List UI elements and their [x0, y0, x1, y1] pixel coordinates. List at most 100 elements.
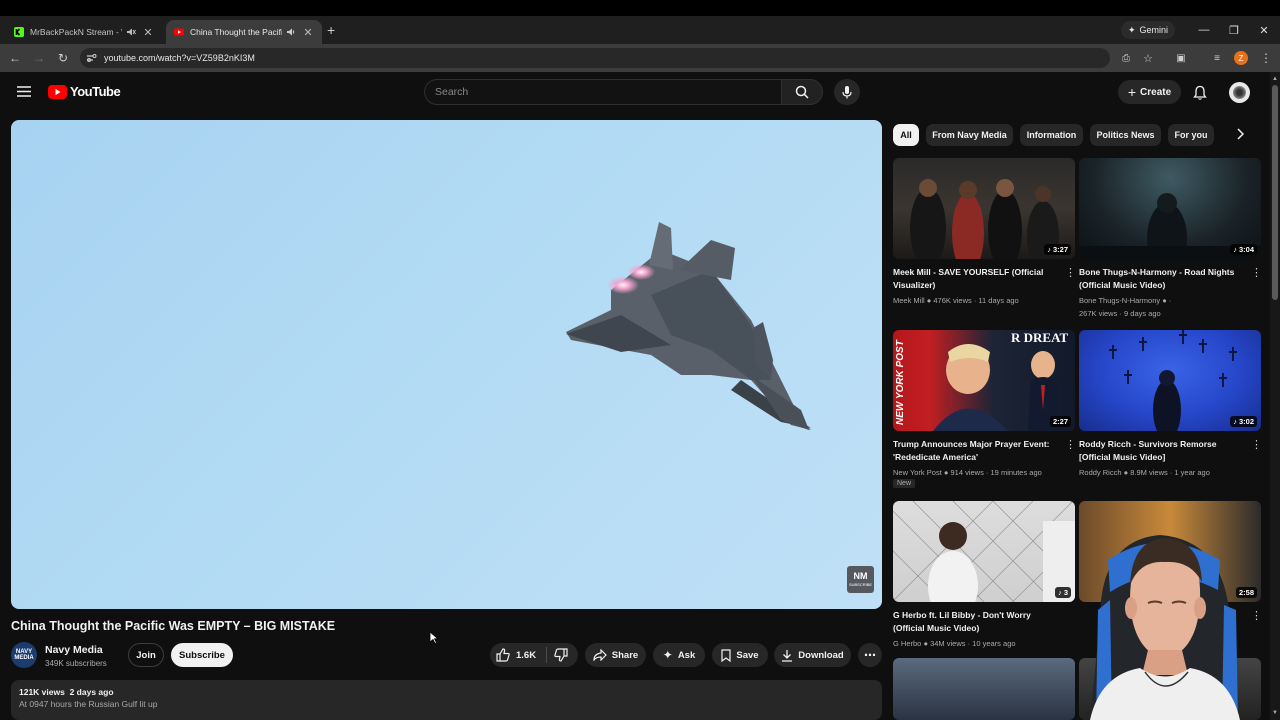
chip-all[interactable]: All	[893, 124, 919, 146]
recommendation-stats: 8.9M views · 1 year ago	[1130, 468, 1210, 477]
recommendation-card[interactable]: NEW YORK POST R DREAT 2:27 Trump Announc…	[893, 330, 1076, 488]
reload-icon[interactable]: ↻	[55, 50, 71, 66]
recommendation-channel: Meek Mill	[893, 296, 925, 305]
create-button[interactable]: + Create	[1118, 80, 1181, 104]
scroll-up-arrow-icon[interactable]: ▲	[1272, 76, 1278, 82]
gemini-label: Gemini	[1139, 25, 1169, 35]
gemini-sparkle-icon: ✦	[1127, 24, 1136, 35]
notifications-bell-icon[interactable]	[1193, 85, 1207, 100]
bookmark-icon	[721, 648, 732, 662]
new-badge: New	[893, 479, 916, 488]
close-tab-icon[interactable]: ✕	[142, 26, 154, 39]
duration-text: 3:02	[1238, 417, 1254, 426]
more-vertical-icon[interactable]: ⋮	[1251, 438, 1262, 451]
tab-title: China Thought the Pacific W	[190, 27, 282, 37]
close-tab-icon[interactable]: ✕	[302, 26, 314, 39]
site-info-icon[interactable]	[86, 53, 97, 63]
download-button[interactable]: Download	[774, 643, 851, 667]
duration-badge: ♪ 3:27	[1044, 244, 1071, 255]
subscriber-count: 349K subscribers	[45, 659, 107, 668]
video-thumbnail[interactable]: ♪ 3:04	[1079, 158, 1261, 259]
account-avatar[interactable]	[1229, 82, 1250, 103]
forward-arrow-icon[interactable]: →	[31, 50, 47, 66]
chip-for-you[interactable]: For you	[1168, 124, 1214, 146]
maximize-window-button[interactable]: ❐	[1220, 16, 1248, 44]
join-button[interactable]: Join	[128, 643, 164, 667]
share-label: Share	[611, 649, 639, 661]
more-horizontal-icon: ⋯	[864, 648, 876, 662]
video-thumbnail[interactable]: NEW YORK POST R DREAT 2:27	[893, 330, 1075, 431]
search-input[interactable]: Search	[424, 79, 781, 105]
more-actions-button[interactable]: ⋯	[858, 643, 882, 667]
join-label: Join	[136, 649, 156, 661]
share-button[interactable]: Share	[585, 643, 646, 667]
video-player[interactable]: NM SUBSCRIBE	[11, 120, 882, 609]
recommendation-title: Trump Announces Major Prayer Event: 'Red…	[893, 439, 1050, 462]
browser-tab-youtube[interactable]: China Thought the Pacific W ✕	[166, 20, 322, 44]
browser-menu-icon[interactable]: ⋮	[1258, 50, 1274, 66]
duration-badge: ♪ 3:02	[1230, 416, 1257, 427]
verified-icon: ●	[926, 296, 932, 305]
video-thumbnail[interactable]: ♪ 3:02	[1079, 330, 1261, 431]
tab-search-icon[interactable]: ▣	[1173, 50, 1189, 66]
channel-watermark[interactable]: NM SUBSCRIBE	[847, 566, 874, 593]
search-button[interactable]	[781, 79, 823, 105]
video-thumbnail[interactable]: ♪ 3:27	[893, 158, 1075, 259]
back-arrow-icon[interactable]: ←	[7, 50, 23, 66]
bookmark-star-icon[interactable]: ☆	[1140, 50, 1156, 66]
recommendation-stats: 34M views · 10 years ago	[930, 639, 1016, 648]
recommendation-card[interactable]: ♪ 3:04 Bone Thugs-N-Harmony - Road Nights…	[1079, 158, 1262, 318]
install-app-icon[interactable]: ⎙	[1118, 50, 1134, 66]
close-window-button[interactable]: ✕	[1250, 16, 1278, 44]
music-note-icon: ♪	[1233, 417, 1237, 426]
tab-title: MrBackPackN Stream - Wa	[30, 27, 122, 37]
verified-icon: ●	[923, 639, 928, 648]
chip-information[interactable]: Information	[1020, 124, 1083, 146]
channel-name[interactable]: Navy Media	[45, 644, 103, 656]
recommendation-card[interactable]: ♪ 3:27 Meek Mill - SAVE YOURSELF (Officia…	[893, 158, 1076, 305]
more-vertical-icon[interactable]: ⋮	[1065, 266, 1076, 279]
ask-button[interactable]: ✦ Ask	[653, 643, 705, 667]
mute-tab-icon[interactable]	[126, 27, 136, 37]
audio-playing-icon[interactable]	[286, 27, 296, 37]
profile-avatar[interactable]: Z	[1234, 51, 1248, 65]
recommendation-channel: Roddy Ricch	[1079, 468, 1122, 477]
subscribe-button[interactable]: Subscribe	[171, 643, 233, 667]
minimize-window-button[interactable]: —	[1190, 16, 1218, 44]
browser-tab-mrbackpackn[interactable]: MrBackPackN Stream - Wa ✕	[6, 20, 162, 44]
music-note-icon: ♪	[1047, 245, 1051, 254]
address-bar[interactable]: youtube.com/watch?v=VZ59B2nKI3M	[80, 48, 1110, 68]
music-note-icon: ♪	[1233, 245, 1237, 254]
chip-politics-news[interactable]: Politics News	[1090, 124, 1161, 146]
recommendation-title: Meek Mill - SAVE YOURSELF (Official Visu…	[893, 267, 1044, 290]
channel-avatar[interactable]: NAVY MEDIA	[11, 642, 37, 668]
duration-badge: ♪ 3:04	[1230, 244, 1257, 255]
save-label: Save	[736, 649, 759, 661]
recommendation-meta: Meek Mill ● 476K views · 11 days ago	[893, 294, 1071, 307]
verified-icon: ●	[943, 468, 949, 477]
reading-list-icon[interactable]: ≡	[1209, 50, 1225, 66]
thumbs-up-icon	[496, 648, 510, 662]
duration-text: 2:27	[1052, 417, 1068, 426]
scrollbar-thumb[interactable]	[1272, 85, 1278, 300]
gemini-button[interactable]: ✦ Gemini	[1121, 21, 1175, 39]
chips-next-chevron-icon[interactable]	[1236, 128, 1244, 140]
more-vertical-icon[interactable]: ⋮	[1251, 266, 1262, 279]
like-button[interactable]: 1.6K	[496, 647, 536, 663]
chip-from-navy-media[interactable]: From Navy Media	[926, 124, 1013, 146]
new-tab-button[interactable]: +	[327, 22, 335, 38]
fighter-jet-image	[566, 222, 811, 430]
save-button[interactable]: Save	[712, 643, 768, 667]
hamburger-menu-icon[interactable]	[17, 86, 31, 97]
description-snippet: At 0947 hours the Russian Gulf lit up	[19, 699, 158, 709]
download-icon	[781, 649, 793, 662]
download-label: Download	[798, 649, 844, 661]
recommendation-card[interactable]: ♪ 3:02 Roddy Ricch - Survivors Remorse [O…	[1079, 330, 1262, 477]
more-vertical-icon[interactable]: ⋮	[1065, 438, 1076, 451]
youtube-logo[interactable]: YouTube	[48, 84, 121, 99]
dislike-button[interactable]	[554, 648, 568, 662]
url-text: youtube.com/watch?v=VZ59B2nKI3M	[104, 53, 255, 63]
like-divider	[546, 647, 547, 663]
scroll-down-arrow-icon[interactable]: ▼	[1272, 710, 1278, 716]
voice-search-button[interactable]	[834, 79, 860, 105]
